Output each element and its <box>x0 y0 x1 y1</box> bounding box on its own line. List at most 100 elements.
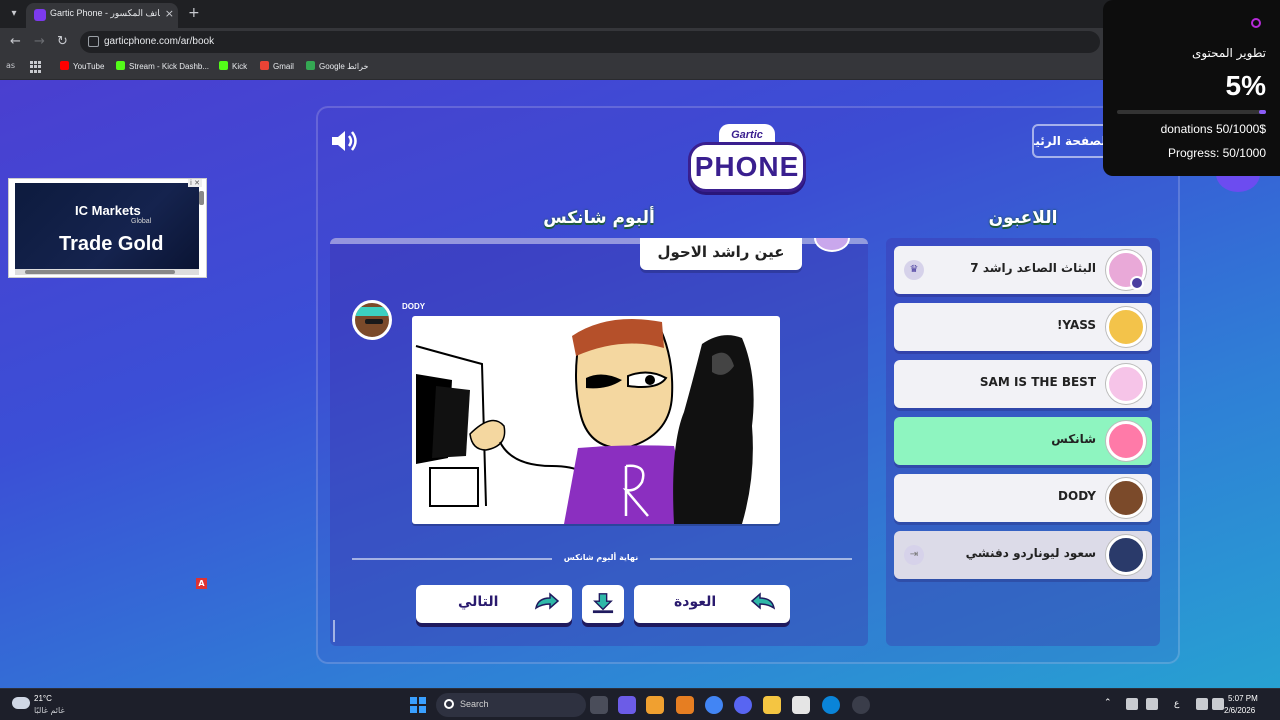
wifi-icon[interactable] <box>1196 698 1208 710</box>
ad-creative[interactable]: IC Markets Global Trade Gold <box>15 183 199 269</box>
input-language[interactable]: ع <box>1174 699 1179 709</box>
you-badge-icon <box>1130 276 1144 290</box>
player-name: شانكس <box>1051 432 1096 446</box>
album-scrollbar[interactable] <box>333 620 335 642</box>
copilot-icon[interactable] <box>618 696 636 714</box>
player-name: سعود ليوناردو دفنشي <box>965 546 1096 560</box>
gartic-phone-logo: Gartic PHONE <box>688 124 806 196</box>
google-maps-icon <box>306 61 315 70</box>
ad-choices-icon[interactable]: i ✕ <box>187 179 202 187</box>
new-tab-icon[interactable]: + <box>188 5 200 21</box>
player-avatar <box>1106 307 1146 347</box>
player-row[interactable]: ♛ البثاث الصاعد راشد 7 <box>894 246 1152 294</box>
taskbar-search[interactable]: Search <box>436 693 586 717</box>
discord-icon[interactable] <box>734 696 752 714</box>
chevron-up-icon[interactable]: ⌃ <box>1104 698 1116 710</box>
search-icon <box>444 699 454 709</box>
bookmark-gmail[interactable]: Gmail <box>260 61 294 71</box>
windows-start-icon[interactable] <box>410 697 426 713</box>
next-button[interactable]: التالي <box>416 585 572 623</box>
weather-temperature[interactable]: 21°C <box>34 694 52 703</box>
close-tab-icon[interactable]: × <box>165 7 174 20</box>
download-button[interactable] <box>582 585 624 623</box>
ad-vertical-scrollbar[interactable] <box>199 191 204 205</box>
overlay-progress-fill <box>1258 110 1266 114</box>
vlc-icon[interactable] <box>676 696 694 714</box>
next-arrow-icon <box>534 592 560 610</box>
clock-time[interactable]: 5:07 PM <box>1228 694 1258 703</box>
donation-overlay: تطوير المحتوى 5% donations 50/1000$ Prog… <box>1103 0 1280 176</box>
author-avatar <box>352 300 392 340</box>
reload-icon[interactable]: ↻ <box>57 34 68 49</box>
gartic-page: IC Markets Global Trade Gold i ✕ A Garti… <box>0 80 1280 688</box>
player-name: !YASS <box>1056 318 1096 332</box>
forward-arrow-icon[interactable]: → <box>34 34 45 49</box>
drawing-canvas <box>412 316 780 524</box>
player-row[interactable]: SAM IS THE BEST <box>894 360 1152 408</box>
cloud-icon[interactable] <box>12 697 30 709</box>
network-tray-icon[interactable] <box>1126 698 1138 710</box>
player-row-active[interactable]: شانكس <box>894 417 1152 465</box>
profile-label[interactable]: as <box>6 61 15 70</box>
ad-logo: IC Markets <box>75 203 141 218</box>
browser-tab[interactable]: Gartic Phone - الهاتف المكسور × <box>26 3 178 28</box>
exit-icon: ⇥ <box>904 545 924 565</box>
gmail-icon <box>260 61 269 70</box>
players-panel: ♛ البثاث الصاعد راشد 7 !YASS SAM IS THE … <box>886 238 1160 646</box>
player-avatar <box>1106 535 1146 575</box>
bookmark-kick-dashboard[interactable]: Stream - Kick Dashb... <box>116 61 209 71</box>
site-info-icon[interactable] <box>88 36 99 47</box>
kick-icon <box>219 61 228 70</box>
quote-bubble: عين راشد الاحول <box>640 238 802 270</box>
bookmark-youtube[interactable]: YouTube <box>60 61 104 71</box>
player-avatar <box>1106 478 1146 518</box>
apps-grid-icon[interactable] <box>30 61 42 73</box>
players-title: اللاعبون <box>988 208 1058 228</box>
store-icon[interactable] <box>792 696 810 714</box>
back-arrow-icon <box>750 592 776 610</box>
speaker-icon[interactable] <box>330 128 360 154</box>
weather-description[interactable]: غائم غالبًا <box>34 706 65 715</box>
album-panel[interactable]: عين راشد الاحول DODY نهاية ألبوم شانكس ا… <box>330 238 868 646</box>
chrome-icon[interactable] <box>705 696 723 714</box>
taskbar: 21°C غائم غالبًا Search ⌃ ع 5:07 PM 2/6/… <box>0 688 1280 720</box>
player-row[interactable]: !YASS <box>894 303 1152 351</box>
url-text: garticphone.com/ar/book <box>104 36 215 47</box>
bookmarks-bar: as YouTube Stream - Kick Dashb... Kick G… <box>0 56 1280 80</box>
back-button[interactable]: العودة <box>634 585 790 623</box>
url-bar[interactable]: garticphone.com/ar/book <box>80 31 1100 53</box>
ad-logo-sub: Global <box>131 218 152 225</box>
player-avatar <box>1106 364 1146 404</box>
overlay-donations: donations 50/1000$ <box>1160 122 1266 136</box>
back-arrow-icon[interactable]: ← <box>10 34 21 49</box>
crown-icon: ♛ <box>904 260 924 280</box>
browser-tab-strip: ▾ Gartic Phone - الهاتف المكسور × + <box>0 0 1280 28</box>
bookmark-kick[interactable]: Kick <box>219 61 247 71</box>
tab-title: Gartic Phone - الهاتف المكسور <box>50 8 160 18</box>
player-row-left[interactable]: ⇥ سعود ليوناردو دفنشي <box>894 531 1152 579</box>
file-explorer-icon[interactable] <box>763 696 781 714</box>
ad-banner[interactable]: IC Markets Global Trade Gold i ✕ <box>8 178 207 278</box>
bookmark-google-maps[interactable]: Google خرائط <box>306 61 368 71</box>
overlay-logo-icon <box>1251 18 1261 28</box>
overlay-title: تطوير المحتوى <box>1191 46 1266 60</box>
clock-date[interactable]: 2/6/2026 <box>1224 706 1255 715</box>
chat-icon[interactable] <box>646 696 664 714</box>
ad-horizontal-scrollbar[interactable] <box>15 269 199 275</box>
tab-search-icon[interactable]: ▾ <box>6 6 22 22</box>
ad-headline: Trade Gold <box>59 233 164 255</box>
next-button-label: التالي <box>458 594 499 610</box>
task-view-icon[interactable] <box>590 696 608 714</box>
obs-icon[interactable] <box>852 696 870 714</box>
download-icon <box>592 593 614 614</box>
quote-author-avatar <box>814 238 850 252</box>
player-row[interactable]: DODY <box>894 474 1152 522</box>
volume-icon[interactable] <box>1212 698 1224 710</box>
edge-icon[interactable] <box>822 696 840 714</box>
album-end-label: نهاية ألبوم شانكس <box>563 553 639 562</box>
divider-line <box>352 558 552 560</box>
microphone-icon[interactable] <box>1146 698 1158 710</box>
overlay-progress-track <box>1117 110 1266 114</box>
divider-line <box>650 558 852 560</box>
youtube-icon <box>60 61 69 70</box>
